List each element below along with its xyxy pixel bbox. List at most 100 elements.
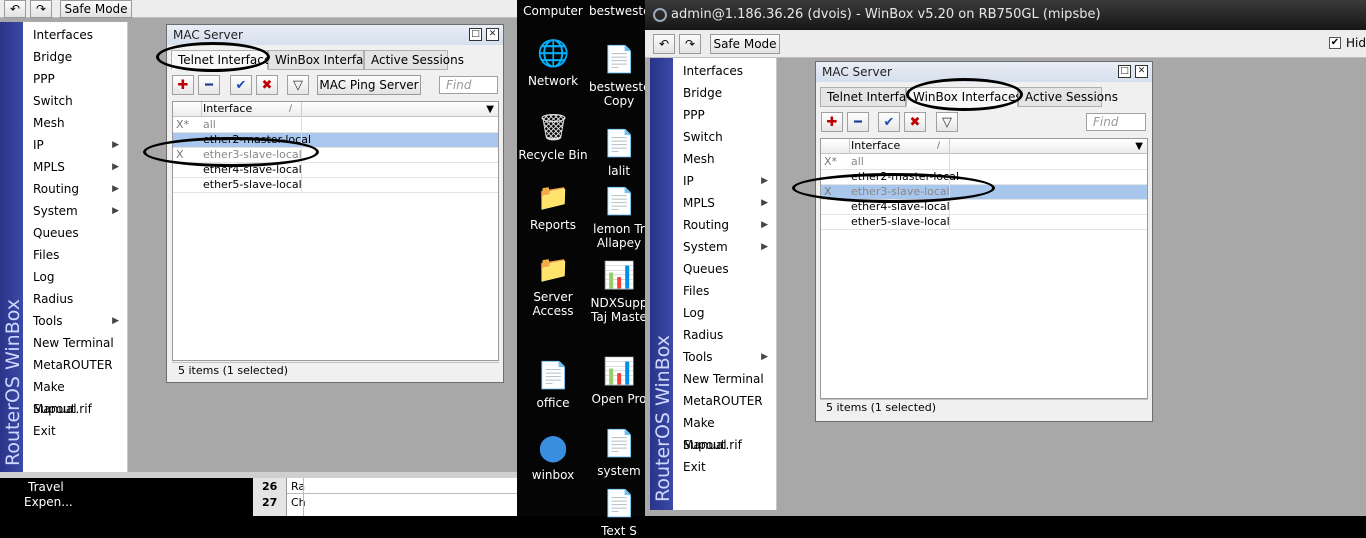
- desktop-icon[interactable]: 📄 lalit: [589, 128, 649, 178]
- menu-item-mesh[interactable]: Mesh: [673, 148, 776, 170]
- menu-item-make-supout-rif[interactable]: Make Supout.rif: [673, 412, 776, 452]
- filter-icon[interactable]: ▽: [936, 112, 958, 132]
- desktop-icon[interactable]: 📊 Open Pro: [589, 356, 649, 406]
- menu-item-tools[interactable]: Tools ▶: [23, 310, 127, 332]
- menu-item-exit[interactable]: Exit: [23, 420, 127, 442]
- column-menu-icon[interactable]: ▼: [1135, 140, 1143, 154]
- table-row[interactable]: Xether3-slave-local: [821, 185, 1147, 200]
- menu-item-files[interactable]: Files: [673, 280, 776, 302]
- remove-icon[interactable]: ━: [198, 75, 220, 95]
- menu-item-ppp[interactable]: PPP: [23, 68, 127, 90]
- redo-button[interactable]: ↷: [30, 0, 52, 18]
- menu-item-mpls[interactable]: MPLS ▶: [23, 156, 127, 178]
- table-row[interactable]: Xether3-slave-local: [173, 148, 498, 163]
- desktop-icon[interactable]: 📁 Reports: [517, 182, 589, 232]
- undo-button[interactable]: ↶: [4, 0, 26, 18]
- find-input[interactable]: Find: [1086, 113, 1146, 131]
- table-row[interactable]: ether4-slave-local: [821, 200, 1147, 215]
- menu-item-routing[interactable]: Routing ▶: [23, 178, 127, 200]
- safe-mode-button[interactable]: Safe Mode: [60, 0, 132, 18]
- add-icon[interactable]: ✚: [172, 75, 194, 95]
- desktop-icon[interactable]: 📄 Text S: [589, 488, 649, 538]
- desktop-icon[interactable]: 📄 system: [589, 428, 649, 478]
- enable-icon[interactable]: ✔: [230, 75, 252, 95]
- table-row[interactable]: ether4-slave-local: [173, 163, 498, 178]
- menu-item-ip[interactable]: IP ▶: [673, 170, 776, 192]
- menu-item-make-supout-rif[interactable]: Make Supout.rif: [23, 376, 127, 416]
- row-interface-name: all: [203, 118, 216, 131]
- menu-item-interfaces[interactable]: Interfaces: [23, 24, 127, 46]
- close-icon[interactable]: ✕: [486, 28, 499, 41]
- find-input[interactable]: Find: [439, 76, 498, 94]
- menu-item-manual[interactable]: Manual: [23, 398, 127, 420]
- column-menu-icon[interactable]: ▼: [486, 103, 494, 117]
- menu-item-tools[interactable]: Tools ▶: [673, 346, 776, 368]
- menu-item-log[interactable]: Log: [23, 266, 127, 288]
- safe-mode-button[interactable]: Safe Mode: [710, 34, 780, 54]
- tab-telnet-interfaces[interactable]: Telnet Interfaces: [820, 87, 927, 107]
- mac-ping-server-button[interactable]: MAC Ping Server: [317, 75, 421, 95]
- menu-item-queues[interactable]: Queues: [673, 258, 776, 280]
- menu-item-ip[interactable]: IP ▶: [23, 134, 127, 156]
- undo-button[interactable]: ↶: [653, 34, 675, 54]
- menu-item-exit[interactable]: Exit: [673, 456, 776, 478]
- tab-winbox-interfaces[interactable]: WinBox Interfaces: [268, 50, 384, 70]
- desktop-icon[interactable]: bestweste: [589, 4, 651, 18]
- menu-item-mesh[interactable]: Mesh: [23, 112, 127, 134]
- menu-item-radius[interactable]: Radius: [673, 324, 776, 346]
- redo-button[interactable]: ↷: [679, 34, 701, 54]
- tab-winbox-interfaces[interactable]: WinBox Interfaces: [906, 87, 1022, 107]
- enable-icon[interactable]: ✔: [878, 112, 900, 132]
- menu-item-metarouter[interactable]: MetaROUTER: [23, 354, 127, 376]
- menu-item-new-terminal[interactable]: New Terminal: [673, 368, 776, 390]
- menu-item-interfaces[interactable]: Interfaces: [673, 60, 776, 82]
- desktop-icon[interactable]: 📁 Server Access: [517, 254, 589, 318]
- table-row[interactable]: ether2-master-local: [821, 170, 1147, 185]
- hide-passwords-checkbox[interactable]: ✔: [1329, 37, 1341, 49]
- desktop-icon[interactable]: 📄 office: [517, 360, 589, 410]
- table-row[interactable]: X* all: [821, 155, 1147, 170]
- menu-item-bridge[interactable]: Bridge: [23, 46, 127, 68]
- menu-item-system[interactable]: System ▶: [23, 200, 127, 222]
- menu-item-bridge[interactable]: Bridge: [673, 82, 776, 104]
- tab-telnet-interfaces[interactable]: Telnet Interfaces: [171, 50, 278, 70]
- table-row[interactable]: X* all: [173, 118, 498, 133]
- desktop-icon[interactable]: ⬤ winbox: [517, 432, 589, 482]
- menu-item-manual[interactable]: Manual: [673, 434, 776, 456]
- tab-active-sessions[interactable]: Active Sessions: [364, 50, 464, 70]
- menu-item-label: Tools: [33, 314, 63, 328]
- maximize-icon[interactable]: □: [469, 28, 482, 41]
- table-row[interactable]: ether5-slave-local: [821, 215, 1147, 230]
- desktop-icon[interactable]: 📄 lemon Tr Allapey: [589, 186, 649, 250]
- menu-item-log[interactable]: Log: [673, 302, 776, 324]
- right-toolbar: ↶ ↷ Safe Mode ✔ Hide: [645, 30, 1366, 58]
- menu-item-system[interactable]: System ▶: [673, 236, 776, 258]
- interface-column-header[interactable]: Interface: [203, 102, 252, 116]
- menu-item-metarouter[interactable]: MetaROUTER: [673, 390, 776, 412]
- desktop-icon[interactable]: Computer: [517, 4, 589, 18]
- menu-item-mpls[interactable]: MPLS ▶: [673, 192, 776, 214]
- menu-item-radius[interactable]: Radius: [23, 288, 127, 310]
- tab-active-sessions[interactable]: Active Sessions: [1018, 87, 1118, 107]
- add-icon[interactable]: ✚: [821, 112, 843, 132]
- desktop-icon[interactable]: 🌐 Network: [517, 38, 589, 88]
- menu-item-routing[interactable]: Routing ▶: [673, 214, 776, 236]
- desktop-icon[interactable]: 📊 NDXSupp Taj Maste: [589, 260, 649, 324]
- remove-icon[interactable]: ━: [847, 112, 869, 132]
- disable-icon[interactable]: ✖: [256, 75, 278, 95]
- menu-item-files[interactable]: Files: [23, 244, 127, 266]
- menu-item-switch[interactable]: Switch: [673, 126, 776, 148]
- close-icon[interactable]: ✕: [1135, 65, 1148, 78]
- table-row[interactable]: ether5-slave-local: [173, 178, 498, 193]
- filter-icon[interactable]: ▽: [287, 75, 309, 95]
- menu-item-ppp[interactable]: PPP: [673, 104, 776, 126]
- interface-column-header[interactable]: Interface: [851, 139, 900, 153]
- table-row[interactable]: ether2-master-local: [173, 133, 498, 148]
- menu-item-new-terminal[interactable]: New Terminal: [23, 332, 127, 354]
- disable-icon[interactable]: ✖: [904, 112, 926, 132]
- menu-item-switch[interactable]: Switch: [23, 90, 127, 112]
- desktop-icon[interactable]: 🗑 Recycle Bin: [517, 112, 589, 162]
- desktop-icon[interactable]: 📄 bestweste Copy: [589, 44, 651, 108]
- maximize-icon[interactable]: □: [1118, 65, 1131, 78]
- menu-item-queues[interactable]: Queues: [23, 222, 127, 244]
